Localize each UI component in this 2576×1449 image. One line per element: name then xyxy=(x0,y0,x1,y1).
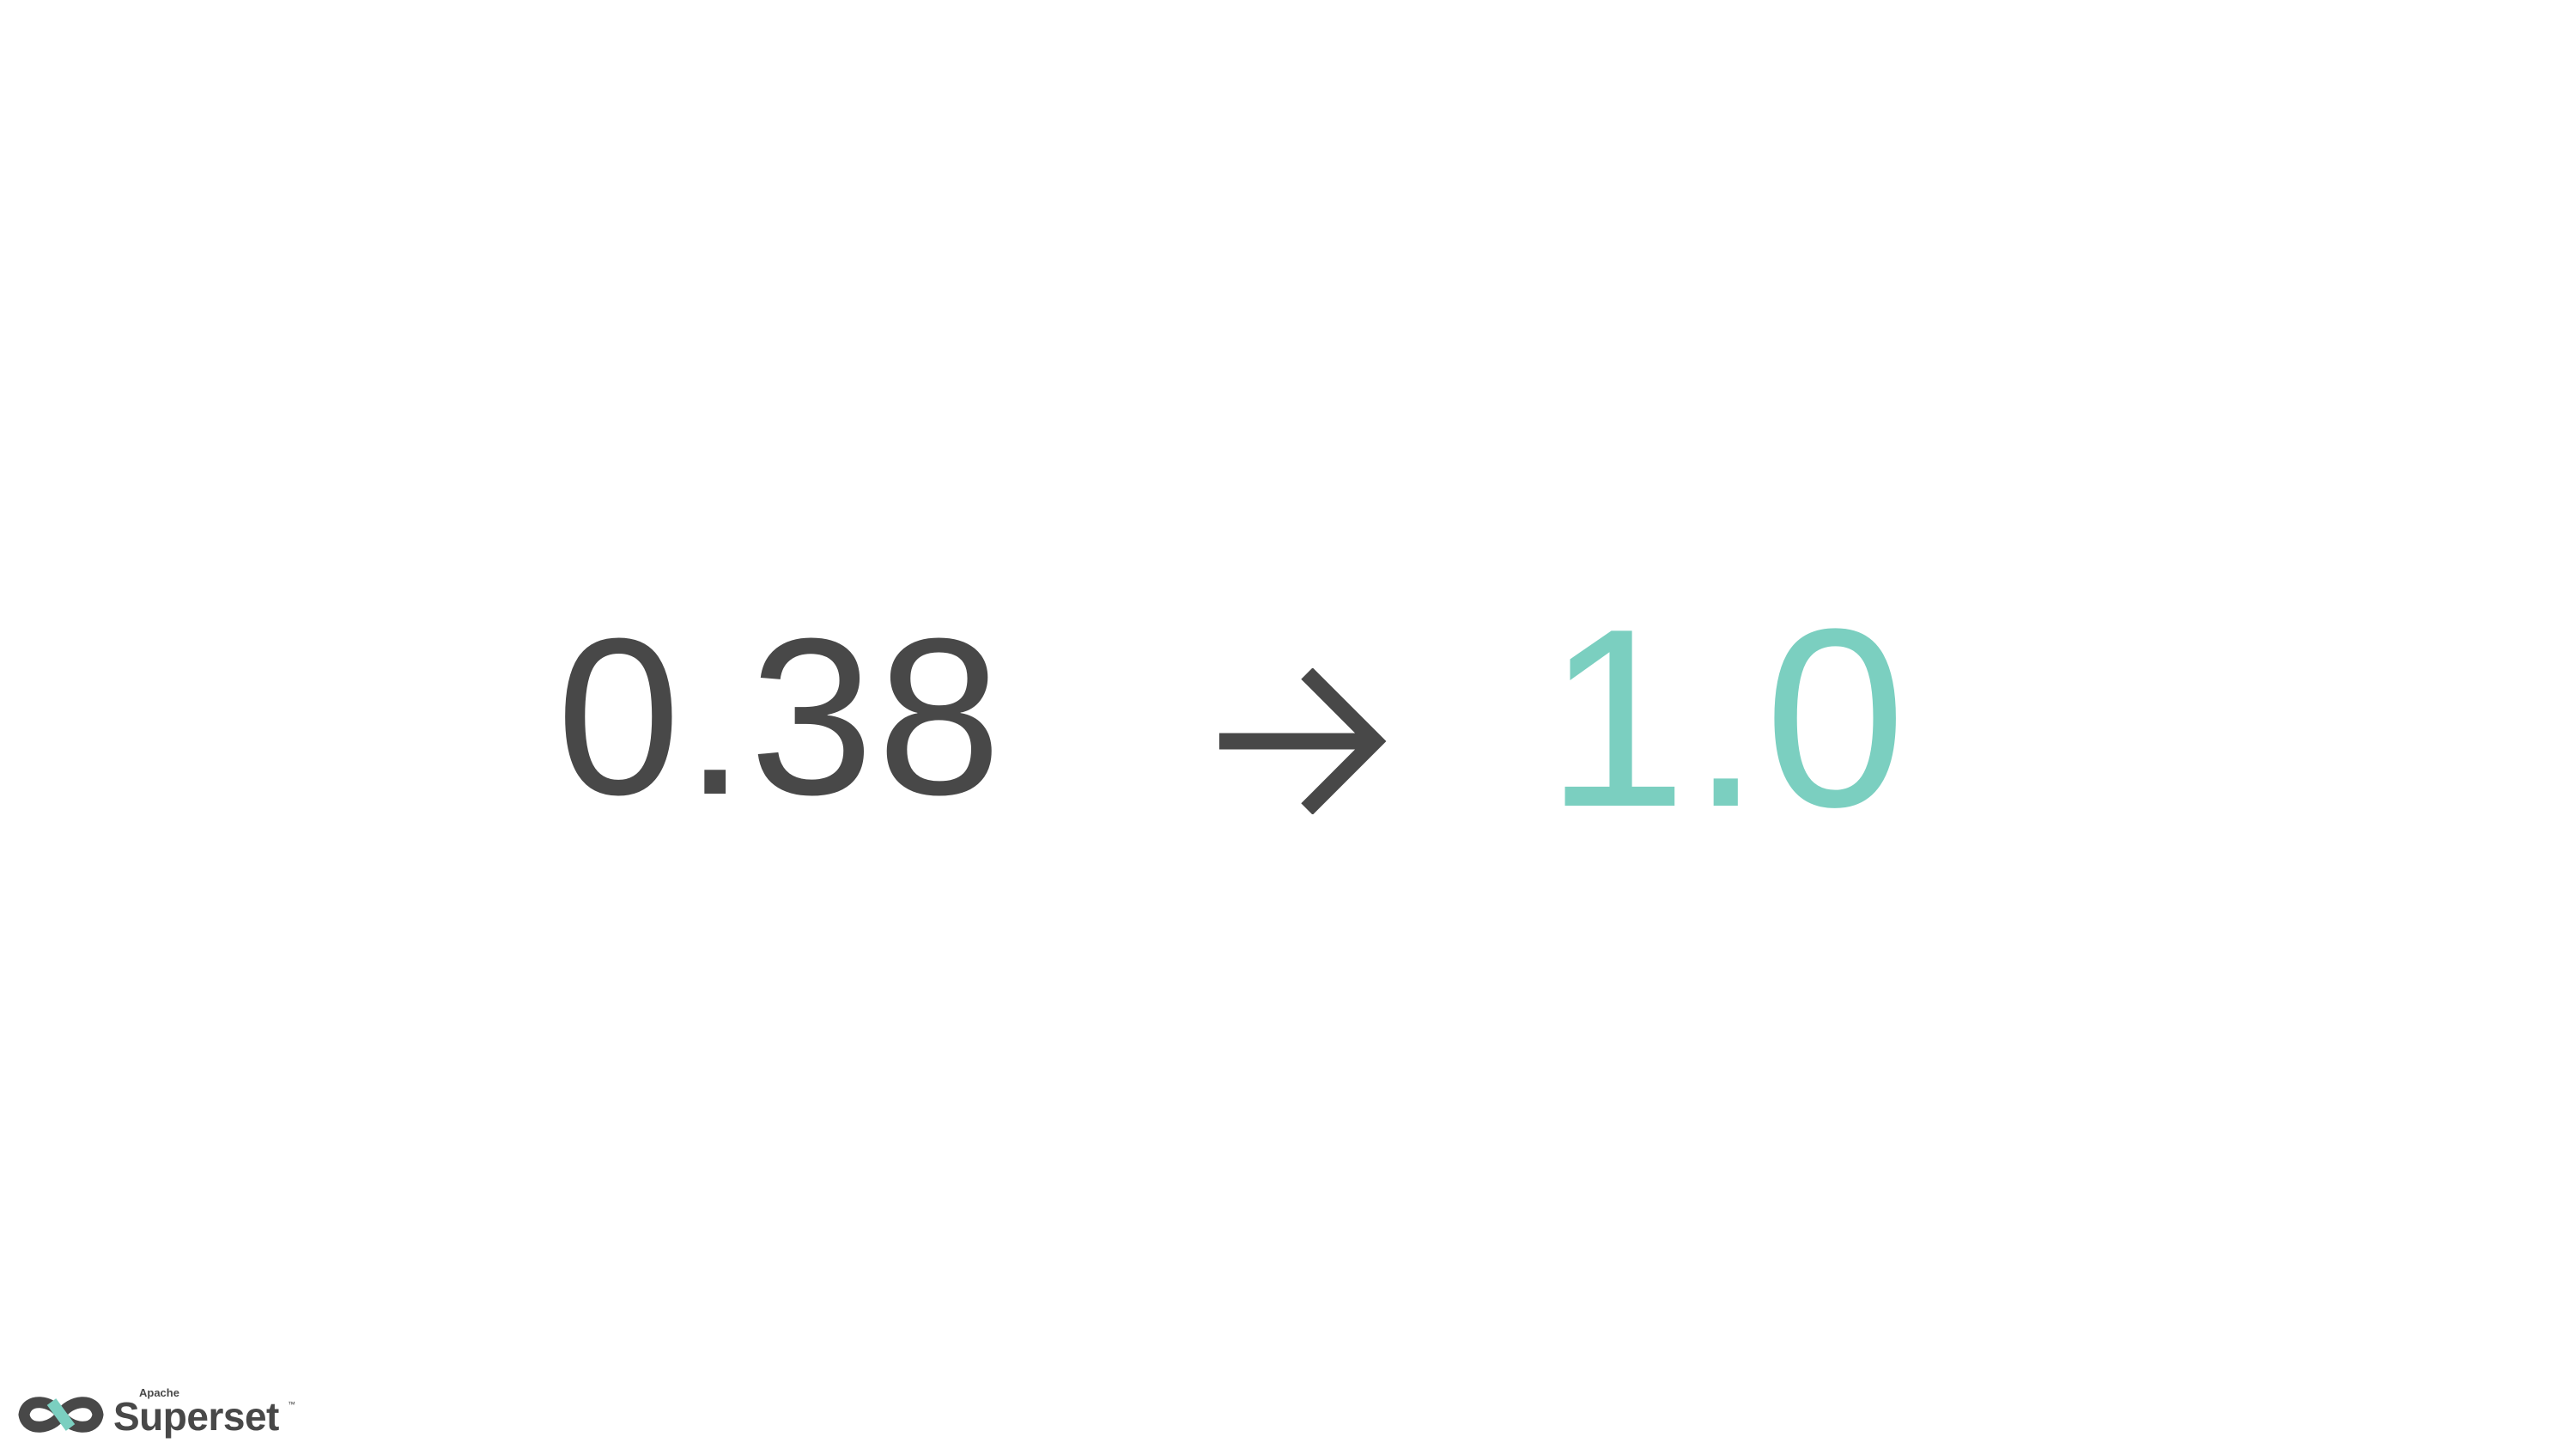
logo-superset-label: Superset xyxy=(113,1394,279,1439)
logo-wordmark: Apache Superset ™ xyxy=(113,1385,311,1445)
superset-logo: Apache Superset ™ xyxy=(15,1385,311,1445)
arrow-right-icon xyxy=(1219,668,1387,814)
slide: 0.38 1.0 Apache Superset ™ xyxy=(0,0,2576,1449)
superset-infinity-logo-icon xyxy=(18,1397,104,1433)
new-version-number: 1.0 xyxy=(1546,575,1910,860)
logo-trademark: ™ xyxy=(288,1400,295,1409)
old-version-number: 0.38 xyxy=(556,593,1005,842)
